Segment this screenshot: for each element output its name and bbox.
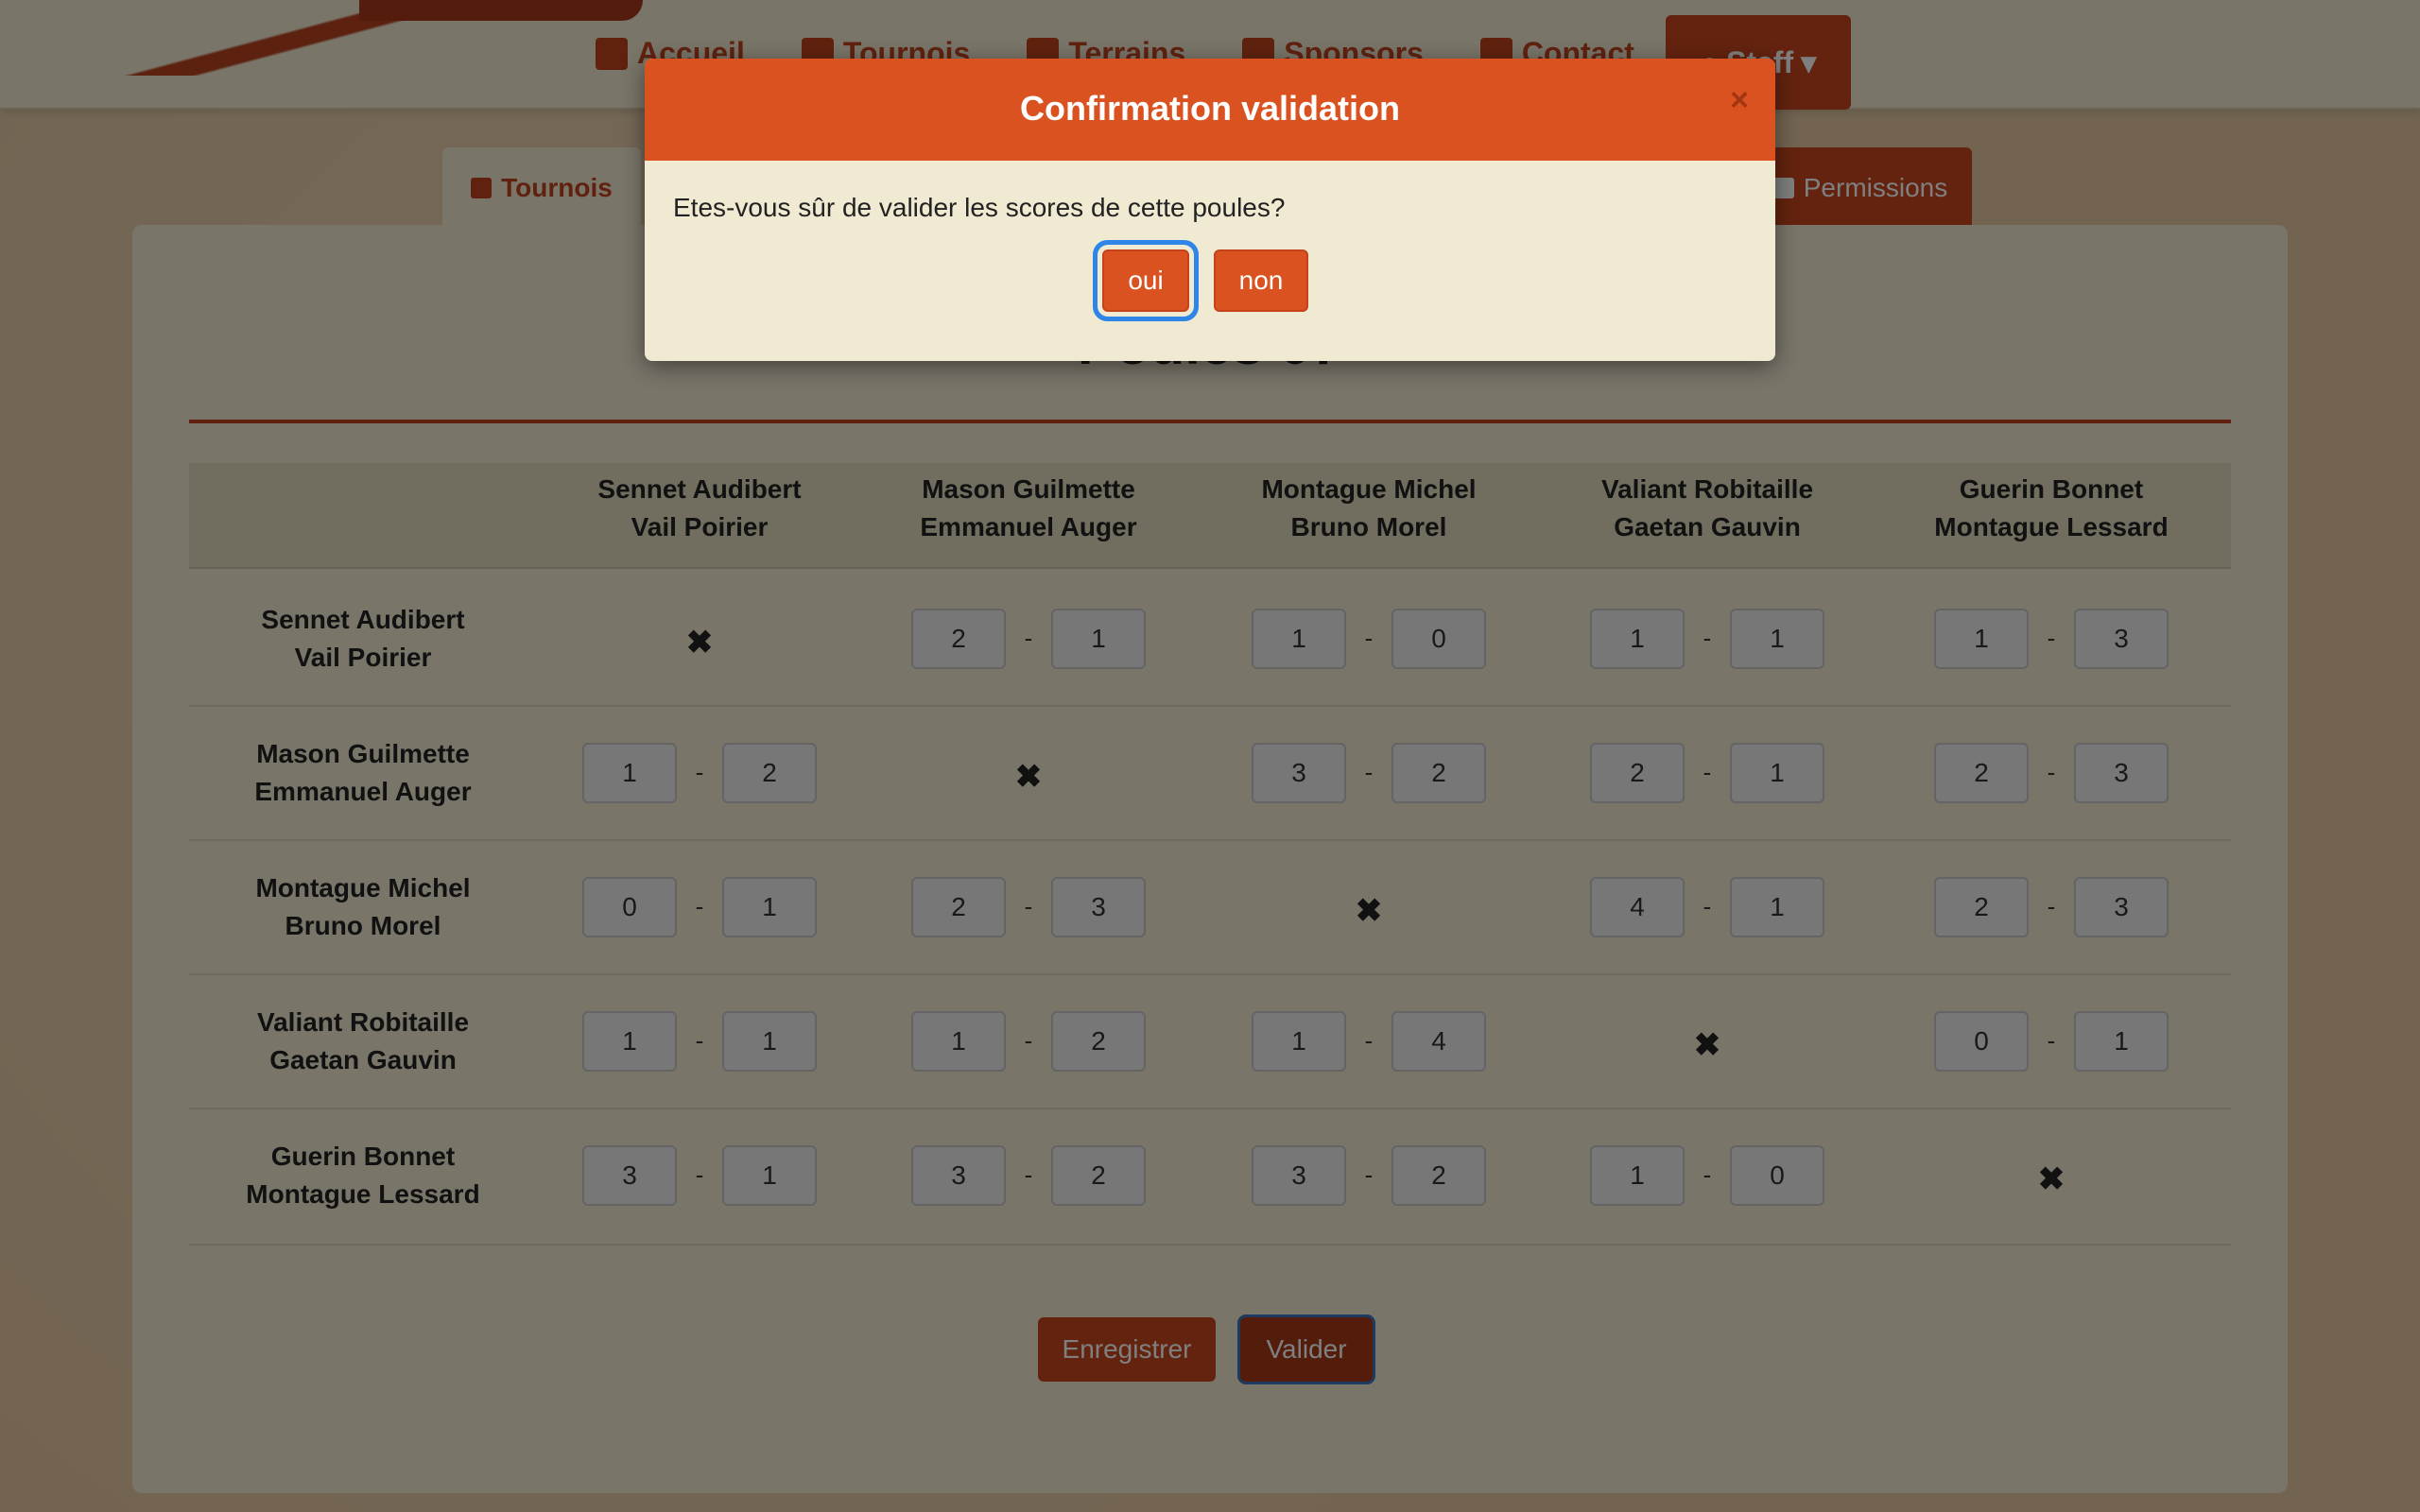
close-icon[interactable]: × [1720, 81, 1758, 119]
modal-message: Etes-vous sûr de valider les scores de c… [673, 193, 1286, 222]
confirm-no-button[interactable]: non [1214, 249, 1308, 312]
modal-title: Confirmation validation [1019, 89, 1400, 128]
confirmation-modal: Confirmation validation × Etes-vous sûr … [645, 59, 1775, 361]
confirm-yes-button[interactable]: oui [1102, 249, 1189, 312]
